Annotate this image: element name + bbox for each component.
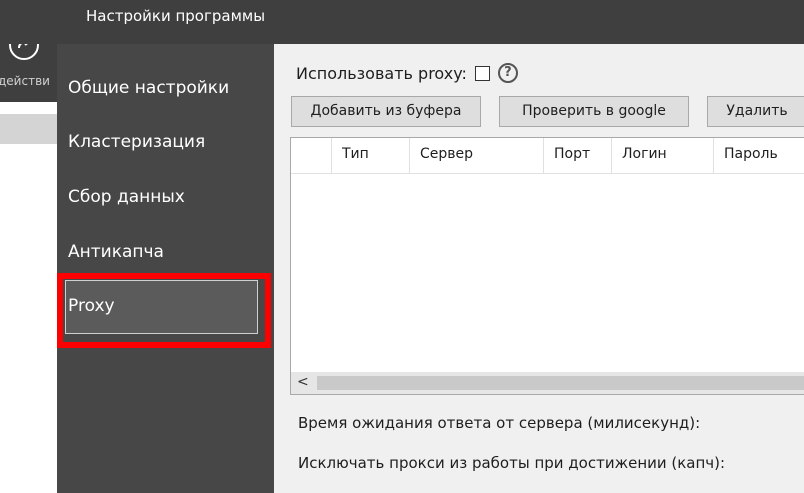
settings-sidebar: Общие настройки Кластеризация Сбор данны… [57, 44, 274, 493]
column-header-password[interactable]: Пароль [713, 138, 804, 173]
settings-window: действи Настройки программы Общие настро… [0, 0, 804, 493]
background-row-bar [0, 114, 57, 144]
background-actions-label: действи [0, 74, 50, 88]
column-header-server[interactable]: Сервер [409, 138, 543, 173]
proxy-settings-panel: Использовать proxy: ? Добавить из буфера… [274, 44, 804, 493]
sidebar-item-clustering[interactable]: Кластеризация [68, 132, 205, 152]
sidebar-item-anticaptcha[interactable]: Антикапча [68, 242, 164, 262]
horizontal-scrollbar[interactable]: < [291, 372, 804, 394]
window-title: Настройки программы [86, 7, 266, 25]
sidebar-item-general[interactable]: Общие настройки [68, 78, 229, 98]
table-header: Тип Сервер Порт Логин Пароль [291, 138, 804, 174]
scroll-left-icon[interactable]: < [297, 374, 309, 390]
use-proxy-row: Использовать proxy: ? [296, 63, 518, 83]
use-proxy-label: Использовать proxy: [296, 63, 467, 83]
scrollbar-thumb[interactable] [317, 376, 804, 390]
column-header-select[interactable] [291, 138, 331, 173]
help-icon[interactable]: ? [497, 63, 518, 83]
use-proxy-checkbox[interactable] [474, 65, 490, 81]
add-from-clipboard-button[interactable]: Добавить из буфера [291, 96, 481, 127]
column-header-login[interactable]: Логин [611, 138, 713, 173]
title-bar: Настройки программы [0, 0, 804, 44]
check-google-button[interactable]: Проверить в google [499, 96, 689, 127]
delete-button[interactable]: Удалить [707, 96, 804, 127]
highlight-frame [57, 273, 271, 348]
sidebar-item-data-collection[interactable]: Сбор данных [68, 187, 185, 207]
column-header-port[interactable]: Порт [543, 138, 611, 173]
timeout-label: Время ожидания ответа от сервера (милисе… [298, 414, 701, 432]
column-header-type[interactable]: Тип [331, 138, 409, 173]
background-app-strip: действи [0, 30, 57, 493]
proxy-table[interactable]: Тип Сервер Порт Логин Пароль < [290, 137, 804, 395]
exclude-proxy-label: Исключать прокси из работы при достижени… [298, 454, 726, 472]
